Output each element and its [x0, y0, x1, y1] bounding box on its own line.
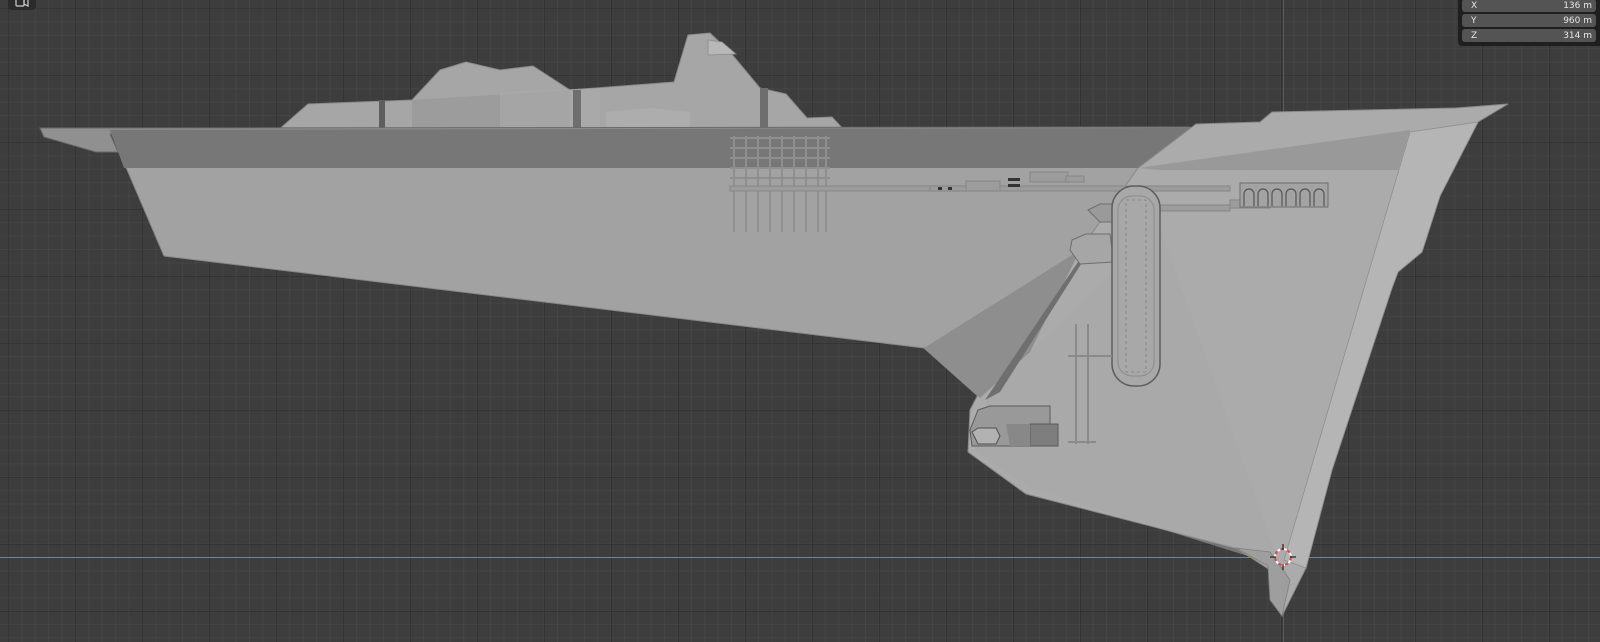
dimension-x-value[interactable]: 136 m	[1486, 1, 1596, 11]
storage-tank[interactable]	[1111, 185, 1161, 387]
superstructure-pillar	[573, 90, 581, 132]
camera-view-icon[interactable]	[8, 0, 36, 10]
superstructure-panel	[500, 88, 600, 132]
ship-model[interactable]	[0, 0, 1600, 642]
dimension-z-label: Z	[1471, 30, 1478, 41]
superstructure-pillar	[379, 100, 385, 132]
camera-icon	[15, 0, 29, 7]
tower-detail	[707, 39, 738, 56]
dimension-z-value[interactable]: 314 m	[1486, 31, 1596, 41]
superstructure-pillar	[760, 88, 768, 132]
3d-viewport[interactable]: X 136 m Y 960 m Z 314 m	[0, 0, 1600, 642]
dimension-y-value[interactable]: 960 m	[1486, 16, 1596, 26]
dimension-y-label: Y	[1471, 15, 1477, 26]
3d-cursor-icon[interactable]	[1270, 544, 1296, 570]
dimension-z-field[interactable]: Z 314 m	[1462, 29, 1596, 42]
dimension-x-label: X	[1471, 0, 1478, 11]
dimensions-panel: X 136 m Y 960 m Z 314 m	[1458, 0, 1600, 46]
arched-bay	[1239, 182, 1329, 208]
lower-hangar	[969, 405, 1059, 447]
deck-band	[110, 128, 1196, 168]
dimension-x-field[interactable]: X 136 m	[1462, 0, 1596, 12]
dimension-y-field[interactable]: Y 960 m	[1462, 14, 1596, 27]
